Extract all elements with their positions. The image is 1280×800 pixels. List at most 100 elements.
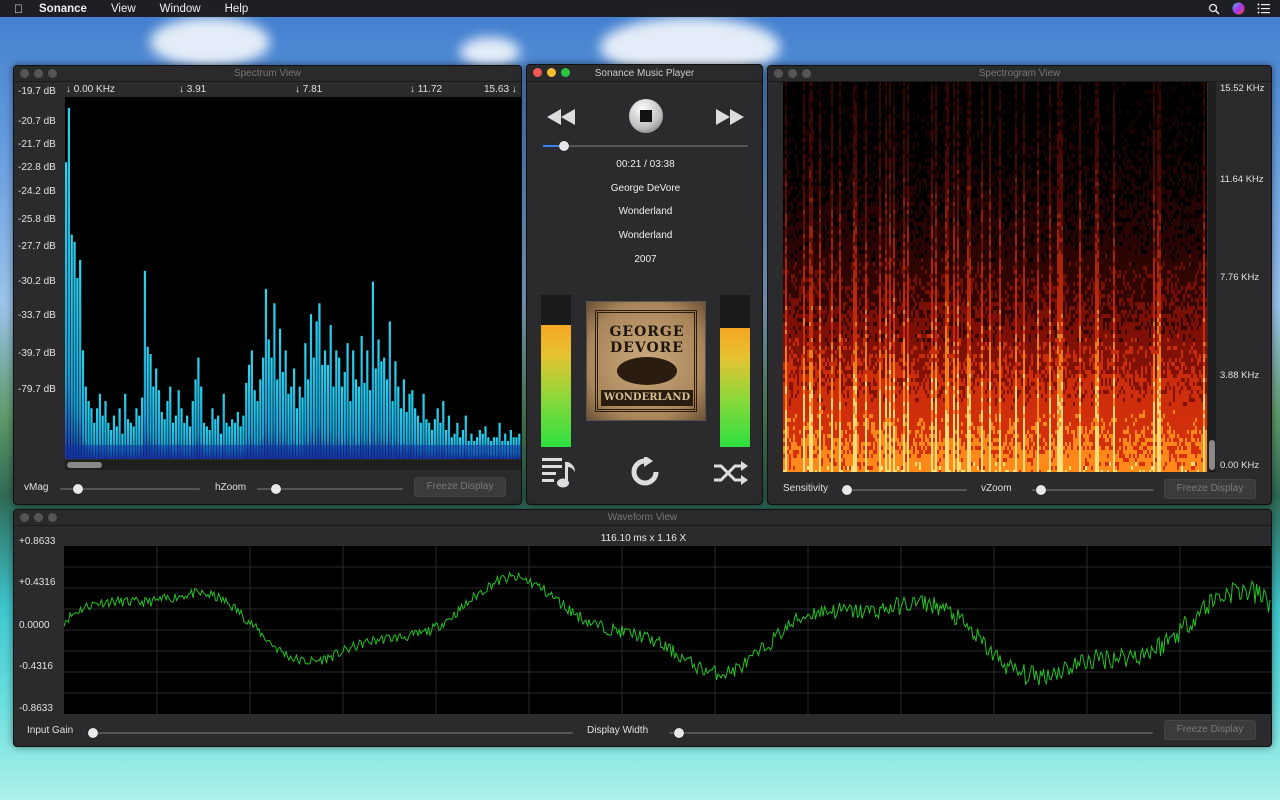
- album-artwork: GEORGE DEVORE WONDERLAND: [586, 301, 706, 421]
- menu-view[interactable]: View: [109, 3, 138, 15]
- menu-app[interactable]: Sonance: [37, 3, 89, 15]
- spectrum-bar: [394, 361, 397, 459]
- spectrum-bar: [315, 321, 318, 459]
- spectrum-bar: [197, 357, 200, 459]
- db-label: -22.8 dB: [18, 162, 56, 173]
- menu-window[interactable]: Window: [158, 3, 203, 15]
- siri-icon[interactable]: [1232, 2, 1245, 15]
- spectrum-bar: [323, 350, 327, 459]
- spectrum-bar: [146, 346, 149, 459]
- spectrum-bar: [143, 270, 147, 459]
- frequency-label: ↓ 0.00 KHz: [66, 84, 115, 95]
- db-label: -19.7 dB: [18, 86, 56, 97]
- vmag-slider[interactable]: [60, 484, 200, 494]
- spectrum-bar: [247, 364, 251, 459]
- spectrum-bar: [67, 107, 71, 460]
- window-title: Spectrogram View: [978, 68, 1061, 79]
- shuffle-icon[interactable]: [713, 461, 749, 485]
- spectrum-bar: [388, 321, 391, 459]
- spectrum-bar: [321, 364, 324, 459]
- repeat-icon[interactable]: [628, 457, 662, 487]
- spectrum-bar: [79, 259, 82, 459]
- spectrum-bar: [380, 361, 383, 459]
- track-name: Wonderland: [618, 230, 673, 241]
- spectrogram-plot: [783, 82, 1207, 472]
- spectrum-bar: [318, 303, 321, 459]
- artist-name: George DeVore: [610, 183, 681, 194]
- artwork-text-album: WONDERLAND: [601, 390, 693, 406]
- spectrum-bar: [267, 339, 270, 459]
- playlist-icon[interactable]: [541, 456, 579, 490]
- spectrum-bar: [262, 357, 265, 459]
- hzoom-slider-thumb[interactable]: [270, 484, 281, 494]
- close-button[interactable]: [774, 69, 783, 78]
- spectrum-bar: [371, 281, 375, 459]
- spectrogram-image: [783, 82, 1207, 472]
- freeze-display-button[interactable]: Freeze Display: [414, 477, 506, 497]
- vu-meter-left: [541, 295, 571, 447]
- minimize-button[interactable]: [34, 69, 43, 78]
- spectrum-bar: [149, 354, 152, 459]
- spectrum-bar: [346, 343, 349, 459]
- minimize-button[interactable]: [788, 69, 797, 78]
- spectrum-bar: [273, 303, 276, 459]
- spectrum-bar: [352, 350, 355, 459]
- scrollbar-thumb[interactable]: [67, 462, 102, 468]
- vu-meter-right: [720, 295, 750, 447]
- spectrum-titlebar[interactable]: Spectrum View: [14, 66, 521, 82]
- vmag-label: vMag: [24, 482, 49, 493]
- spectrum-bar: [329, 325, 332, 459]
- search-icon[interactable]: [1208, 3, 1220, 15]
- spectrum-bar: [377, 339, 380, 459]
- player-window: Sonance Music Player 00:21 / 03:38 Georg…: [526, 64, 763, 505]
- artwork-text-surname: DEVORE: [610, 340, 684, 356]
- zoom-button[interactable]: [48, 69, 57, 78]
- apple-menu-icon[interactable]: : [14, 2, 23, 16]
- rewind-icon[interactable]: [546, 108, 576, 126]
- spectrogram-titlebar[interactable]: Spectrogram View: [768, 66, 1271, 82]
- fast-forward-icon[interactable]: [715, 108, 745, 126]
- close-button[interactable]: [20, 69, 29, 78]
- zoom-button[interactable]: [802, 69, 811, 78]
- artwork-text-artist: GEORGE: [609, 324, 685, 340]
- spectrum-bar: [304, 343, 307, 459]
- spectrum-bar: [366, 350, 369, 459]
- player-titlebar[interactable]: Sonance Music Player: [527, 65, 762, 82]
- spectrum-bar: [65, 162, 68, 459]
- hzoom-slider[interactable]: [257, 484, 403, 494]
- db-label: -21.7 dB: [18, 139, 56, 150]
- spectrum-window: Spectrum View -19.7 dB -20.7 dB -21.7 dB -2…: [13, 65, 522, 505]
- close-button[interactable]: [533, 68, 542, 77]
- spectrum-bar: [338, 357, 341, 459]
- spectrum-bars: [65, 107, 521, 460]
- spectrum-bar: [76, 278, 79, 459]
- window-title: Spectrum View: [233, 68, 302, 79]
- spectrum-bar: [312, 357, 315, 459]
- progress-thumb[interactable]: [558, 141, 569, 151]
- spectrum-bar: [264, 288, 268, 459]
- menu-bar:  Sonance View Window Help: [0, 0, 1280, 17]
- db-label: -30.2 dB: [18, 276, 56, 287]
- menu-help[interactable]: Help: [223, 3, 251, 15]
- release-year: 2007: [634, 254, 657, 265]
- window-title: Sonance Music Player: [594, 68, 695, 79]
- frequency-label: ↓ 11.72: [410, 84, 443, 95]
- zoom-button[interactable]: [561, 68, 570, 77]
- playback-progress-slider[interactable]: [543, 141, 748, 151]
- spectrum-bar: [309, 314, 313, 459]
- spectrum-bar: [326, 364, 329, 459]
- album-name: Wonderland: [618, 206, 673, 217]
- spectrum-bar: [278, 328, 282, 459]
- time-display: 00:21 / 03:38: [616, 159, 675, 170]
- horizontal-scrollbar[interactable]: [65, 460, 521, 470]
- db-label: -24.2 dB: [18, 186, 56, 197]
- frequency-label: 15.63 ↓: [484, 84, 517, 95]
- stop-icon[interactable]: [628, 98, 664, 134]
- frequency-label: ↓ 3.91: [179, 84, 207, 95]
- spectrum-plot: [65, 97, 521, 460]
- frequency-label: ↓ 7.81: [295, 84, 323, 95]
- notification-center-icon[interactable]: [1257, 3, 1270, 14]
- vmag-slider-thumb[interactable]: [73, 484, 84, 494]
- spectrum-bar: [335, 350, 338, 459]
- minimize-button[interactable]: [547, 68, 556, 77]
